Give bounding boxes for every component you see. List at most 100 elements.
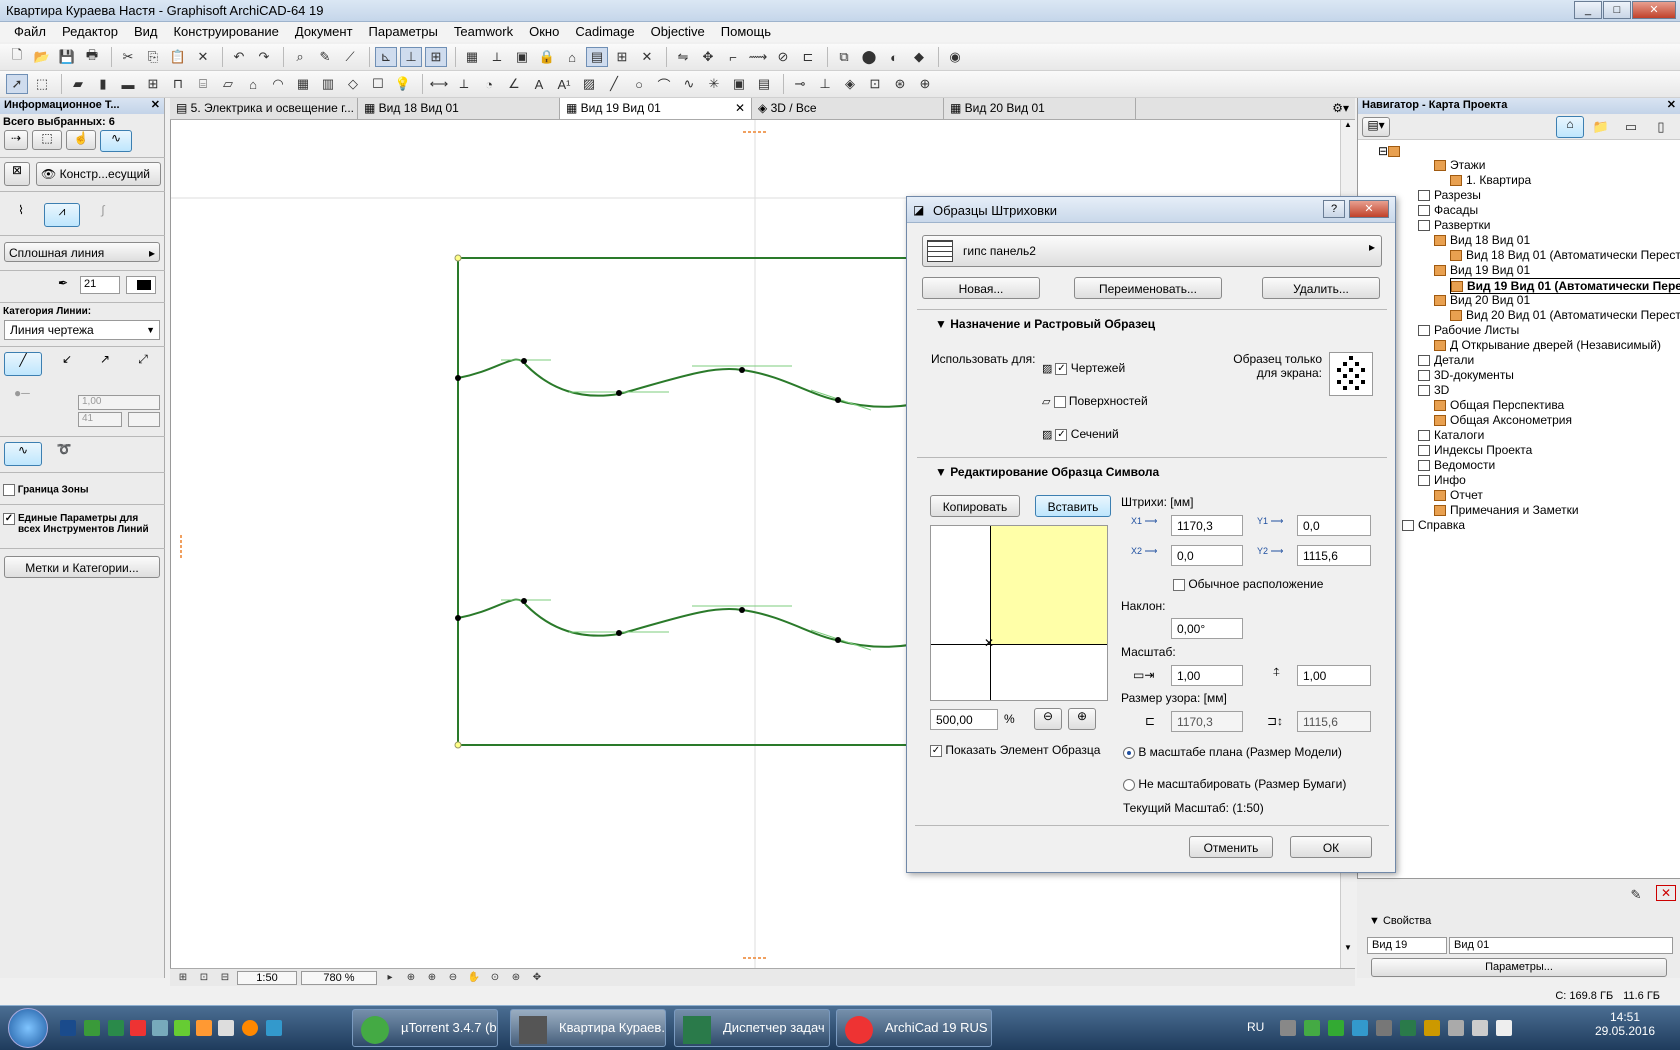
tray-icon[interactable] [1424,1020,1440,1036]
navigator-item[interactable]: Рабочие Листы [1418,323,1519,337]
navigator-item[interactable]: Общая Перспектива [1434,398,1564,412]
tray-icon[interactable] [1280,1020,1296,1036]
navigator-item[interactable]: 1. Квартира [1450,173,1531,187]
taskbar-item-taskmgr[interactable]: Диспетчер задач ... [674,1009,830,1047]
adjust-icon[interactable]: ⊏ [797,47,819,67]
mesh-tool-icon[interactable]: ▦ [292,74,314,94]
zoom-in-icon[interactable]: ⊕ [423,971,441,985]
close-icon[interactable]: ✕ [1667,98,1676,111]
pattern-selector[interactable]: гипс панель2 ▸ [922,235,1382,267]
angle-tool-icon[interactable]: ∠ [503,74,525,94]
zoom-in-icon[interactable]: ⊕ [1068,708,1096,730]
paint-icon[interactable]: ◆ [908,47,930,67]
navigator-item[interactable]: Вид 20 Вид 01 (Автоматически Перестраива [1450,308,1680,322]
marquee-tool-icon[interactable]: ⬚ [31,74,53,94]
show-element-option[interactable]: ✓ Показать Элемент Образца [930,743,1100,757]
morph-tool-icon[interactable]: ◇ [342,74,364,94]
bitmap-pattern-editor[interactable] [1329,352,1373,396]
use-sections-option[interactable]: ▨ ✓ Сечений [1042,427,1119,441]
navigator-item[interactable]: 3D [1418,383,1449,397]
unified-params-checkbox[interactable]: ✓ [3,513,15,525]
spline-smooth-icon[interactable]: ∿ [4,442,42,466]
navigator-item[interactable]: Вид 18 Вид 01 [1434,233,1530,247]
tree-root[interactable]: ⊟ [1378,144,1404,158]
zoom-out-icon[interactable]: ⊖ [444,971,462,985]
use-sections-checkbox[interactable]: ✓ [1055,428,1068,441]
stair-tool-icon[interactable]: ⌸ [192,74,214,94]
zoom-out-icon[interactable]: ⊖ [1034,708,1062,730]
edit-icon[interactable]: ✎ [1625,885,1647,905]
marquee-mode-icon[interactable]: ⬚ [32,130,62,150]
navigator-item[interactable]: Справка [1402,518,1465,532]
roof-tool-icon[interactable]: ⌂ [242,74,264,94]
cancel-button[interactable]: Отменить [1189,836,1273,858]
fit-icon[interactable]: ⊞ [174,971,192,985]
render-icon[interactable]: ⬤ [858,47,880,67]
minimize-button[interactable]: _ [1574,1,1602,19]
select-mode-icon[interactable]: ⇢ [4,130,28,150]
x2-input[interactable]: 0,0 [1171,545,1243,566]
lamp-tool-icon[interactable]: 💡 [392,74,414,94]
use-surfaces-checkbox[interactable] [1053,395,1066,408]
tab-electrics[interactable]: ▤ 5. Электрика и освещение г... [170,98,358,119]
section-assignment[interactable]: ▼ Назначение и Растровый Образец [935,317,1155,331]
hand-pan-icon[interactable]: ✋ [465,971,483,985]
window-icon[interactable]: ⧉ [833,47,855,67]
tab-view19[interactable]: ▦ Вид 19 Вид 01 ✕ [560,98,752,119]
object-tool-icon[interactable]: ☐ [367,74,389,94]
cross-icon[interactable]: ✕ [636,47,658,67]
tray-icon[interactable] [1376,1020,1392,1036]
layout-book-icon[interactable]: ▭ [1620,117,1642,137]
ok-button[interactable]: ОК [1290,836,1372,858]
menu-teamwork[interactable]: Teamwork [446,22,521,42]
new-icon[interactable]: 🗋 [6,47,28,67]
delete-icon[interactable]: ✕ [192,47,214,67]
find-icon[interactable]: ⌕ [289,47,311,67]
close-button[interactable]: ✕ [1632,1,1676,19]
print-icon[interactable]: 🖶 [81,47,103,67]
navigator-item[interactable]: Отчет [1434,488,1483,502]
tray-icon[interactable] [1304,1020,1320,1036]
freehand-geometry-icon[interactable]: ∫ [88,203,118,225]
snap-icon[interactable]: ⊾ [375,47,397,67]
navigator-item[interactable]: Примечания и Заметки [1434,503,1579,517]
pen-color-swatch[interactable] [126,276,156,294]
worksheet-tool-icon[interactable]: ⊡ [864,74,886,94]
arrow-pen-input[interactable]: 41 [78,412,122,427]
polyline-geometry-icon[interactable]: ⌇ [6,203,36,225]
orbit-icon[interactable]: ✥ [528,971,546,985]
delete-icon[interactable]: ✕ [1656,885,1676,901]
spline-loop-icon[interactable]: ➰ [50,442,78,466]
menu-edit[interactable]: Редактор [54,22,126,42]
label-tool-icon[interactable]: A¹ [553,74,575,94]
tray-icon[interactable] [1400,1020,1416,1036]
tray-icon[interactable] [1472,1020,1488,1036]
pan-icon[interactable]: ⊟ [216,971,234,985]
help-button[interactable]: ? [1323,200,1345,218]
app4-icon[interactable] [218,1020,234,1036]
language-indicator[interactable]: RU [1247,1020,1264,1034]
cadimage-icon[interactable] [84,1020,100,1036]
trim-icon[interactable]: ⟂ [486,47,508,67]
menu-help[interactable]: Помощь [713,22,779,42]
navigator-item[interactable]: Вид 20 Вид 01 [1434,293,1530,307]
open-icon[interactable]: 📂 [31,47,53,67]
menu-cadimage[interactable]: Cadimage [567,22,642,42]
normal-layout-checkbox[interactable] [1173,578,1185,591]
tab-view18[interactable]: ▦ Вид 18 Вид 01 [358,98,560,119]
bezier-geometry-icon[interactable]: ⩘ [44,203,80,227]
navigator-item[interactable]: Фасады [1418,203,1478,217]
polyline-tool-icon[interactable]: ⌒ [653,74,675,94]
normal-layout-option[interactable]: Обычное расположение [1173,577,1323,591]
scale-paper-radio[interactable] [1123,778,1135,791]
app2-icon[interactable] [174,1020,190,1036]
tab-3d[interactable]: ◈ 3D / Все [752,98,944,119]
house-icon[interactable]: ⌂ [561,47,583,67]
tray-icon[interactable] [1328,1020,1344,1036]
yandex-icon[interactable] [130,1020,146,1036]
syringe-icon[interactable]: ⟋ [339,47,361,67]
line-both-arrows-icon[interactable]: ⤢ [130,352,156,376]
firefox-icon[interactable] [242,1020,258,1036]
preview-zoom-input[interactable]: 500,00 [930,709,998,730]
menu-document[interactable]: Документ [287,22,361,42]
